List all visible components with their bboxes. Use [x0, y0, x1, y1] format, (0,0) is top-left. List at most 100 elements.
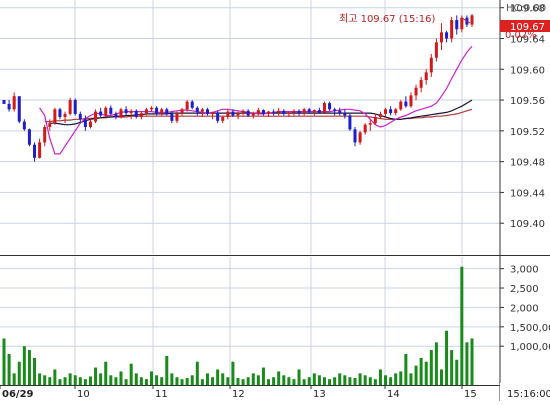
candle-body — [353, 129, 357, 143]
candle-body — [241, 110, 245, 114]
candle-body — [277, 110, 281, 113]
volume-bar — [114, 377, 118, 385]
volume-bar — [170, 373, 174, 385]
volume-bar — [205, 373, 209, 385]
candle-body — [246, 110, 250, 116]
volume-bar — [38, 373, 42, 385]
volume-tick-label: 1,500,00 — [510, 323, 550, 334]
volume-bar — [33, 357, 37, 385]
x-tick-label: 14 — [387, 389, 400, 400]
candle-body — [27, 129, 31, 145]
volume-bar — [221, 373, 225, 385]
candle-body — [200, 109, 204, 112]
volume-bar — [78, 377, 82, 385]
volume-bar — [58, 379, 62, 385]
volume-bar — [445, 330, 449, 385]
volume-bar — [94, 367, 98, 385]
candle-body — [378, 113, 382, 117]
volume-bar — [429, 350, 433, 385]
volume-bar — [104, 361, 108, 385]
volume-bar — [297, 369, 301, 385]
candle-body — [134, 110, 138, 117]
candle-body — [287, 112, 291, 114]
x-tick-label: 11 — [155, 389, 168, 400]
volume-bar — [256, 375, 260, 385]
volume-bar — [236, 378, 240, 385]
volume-bar — [185, 378, 189, 385]
candle-body — [190, 101, 194, 108]
volume-bar — [333, 377, 337, 385]
volume-bar — [277, 371, 281, 385]
volume-bar — [272, 377, 276, 385]
volume-bar — [460, 266, 464, 385]
candle-body — [22, 121, 26, 130]
volume-bar — [439, 369, 443, 385]
candle-body — [43, 127, 47, 143]
volume-bar — [129, 363, 133, 385]
volume-bar — [12, 373, 16, 385]
candle-body — [78, 113, 82, 120]
volume-bar — [99, 373, 103, 385]
volume-bar — [22, 346, 26, 385]
candle-body — [307, 109, 311, 112]
candle-body — [170, 113, 174, 121]
candle-body — [88, 121, 92, 127]
candle-body — [38, 142, 42, 158]
volume-bar — [389, 377, 393, 385]
candle-body — [389, 109, 393, 114]
candle-body — [221, 116, 225, 121]
volume-bar — [211, 377, 215, 385]
candle-body — [439, 32, 443, 43]
candle-body — [160, 109, 164, 114]
time-readout: 15:16:00 — [507, 389, 550, 400]
candle-body — [83, 119, 87, 127]
candle-body — [150, 107, 154, 110]
candle-body — [450, 20, 454, 39]
volume-bar — [282, 375, 286, 385]
candle-body — [12, 96, 16, 110]
candle-body — [409, 95, 413, 107]
candle-body — [322, 103, 326, 113]
candle-body — [53, 109, 57, 124]
volume-bar — [88, 376, 92, 385]
candle-body — [399, 101, 403, 110]
candle-body — [328, 103, 332, 110]
candle-body — [251, 113, 255, 116]
volume-bar — [251, 373, 255, 385]
price-tick-label: 109.44 — [510, 188, 545, 199]
candle-body — [358, 132, 362, 143]
volume-bar — [175, 377, 179, 385]
candle-body — [297, 110, 301, 114]
volume-tick-label: 3,000 — [510, 265, 539, 276]
volume-tick-label: 1,000,00 — [510, 342, 550, 353]
volume-bar — [358, 373, 362, 385]
x-tick-label: 15 — [464, 389, 477, 400]
volume-bar — [267, 379, 271, 385]
candle-body — [272, 111, 276, 113]
volume-bar — [434, 342, 438, 385]
x-tick-label: 06/29 — [2, 389, 34, 400]
volume-bar — [353, 378, 357, 385]
chart-window: 109.68 109.64 109.60 109.56 109.52 109.48 109.… — [0, 0, 550, 401]
candle-body — [460, 17, 464, 30]
candle-body — [94, 111, 98, 122]
volume-bar — [419, 357, 423, 385]
last-price-label: 109.67 — [510, 22, 545, 33]
candle-body — [2, 100, 6, 104]
volume-bar — [124, 379, 128, 385]
volume-bar — [190, 375, 194, 385]
candle-body — [180, 109, 184, 114]
volume-bar — [348, 377, 352, 385]
volume-tick-label: 2,000 — [510, 303, 539, 314]
candle-body — [129, 110, 133, 114]
candle-body — [63, 113, 67, 117]
candle-body — [455, 20, 459, 30]
candle-body — [312, 110, 316, 112]
candle-body — [226, 111, 230, 117]
volume-bar — [43, 375, 47, 385]
volume-bar — [414, 365, 418, 385]
x-tick-label: 13 — [313, 389, 326, 400]
volume-bar — [246, 377, 250, 385]
candle-body — [114, 113, 118, 117]
volume-bar — [307, 377, 311, 385]
